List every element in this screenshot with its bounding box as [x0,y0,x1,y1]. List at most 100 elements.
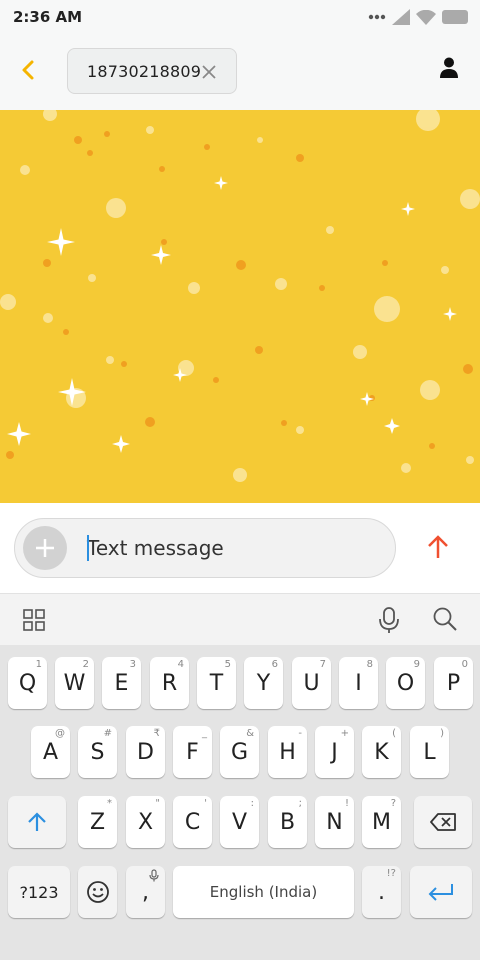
message-box[interactable]: Text message [14,518,396,578]
key-g[interactable]: G & [220,726,259,778]
key-label: , [142,879,149,905]
key-hint: @ [55,728,65,739]
key-label: Z [89,809,106,835]
key-label: M [372,809,391,835]
key-w[interactable]: W2 [55,657,94,709]
key-label: R [161,670,178,696]
key-label: P [446,670,461,696]
key-hint: 8 [366,659,373,670]
key-hint: ! [344,798,349,809]
signal-icon [392,9,410,25]
key-hint: " [155,798,160,809]
key-label: J [331,739,338,765]
key-b[interactable]: B; [268,796,307,848]
backspace-key[interactable] [414,796,472,848]
key-hint: ? [390,798,396,809]
key-label: T [209,670,224,696]
key-hint: - [298,728,302,739]
shift-key[interactable] [8,796,66,848]
period-key[interactable]: .!? [362,866,401,918]
key-hint: 6 [271,659,278,670]
key-label: B [279,809,296,835]
key-d[interactable]: D ₹ [126,726,165,778]
key-x[interactable]: X " [126,796,165,848]
key-hint: : [250,798,254,809]
key-o[interactable]: O9 [386,657,425,709]
key-k[interactable]: K( [362,726,401,778]
key-h[interactable]: H- [268,726,307,778]
key-hint: ' [204,798,207,809]
key-l[interactable]: L) [410,726,449,778]
key-label: O [396,670,415,696]
emoji-icon [86,881,109,903]
microphone-icon[interactable] [378,606,400,634]
key-r[interactable]: R4 [150,657,189,709]
key-label: H [279,739,296,765]
symbols-key[interactable]: ?123 [8,866,70,918]
key-label: L [423,739,436,765]
key-f[interactable]: F _ [173,726,212,778]
key-hint: ( [392,728,396,739]
search-icon[interactable] [432,606,458,632]
key-label: D [137,739,154,765]
status-time: 2:36 AM [13,8,83,26]
key-u[interactable]: U7 [292,657,331,709]
status-bar: 2:36 AM [0,0,480,34]
key-hint: 4 [177,659,184,670]
key-hint: + [340,728,349,739]
message-input[interactable]: Text message [87,536,224,560]
key-hint: 2 [82,659,89,670]
key-hint: 1 [35,659,42,670]
key-hint: & [246,728,254,739]
key-m[interactable]: M? [362,796,401,848]
key-hint: # [103,728,112,739]
text-cursor [87,535,89,561]
key-c[interactable]: C ' [173,796,212,848]
space-key[interactable]: English (India) [173,866,354,918]
key-z[interactable]: Z * [78,796,117,848]
key-j[interactable]: J + [315,726,354,778]
key-label: W [63,670,86,696]
key-label: K [374,739,389,765]
key-label: S [90,739,105,765]
attach-button[interactable] [23,526,67,570]
key-label: ?123 [19,882,59,902]
key-i[interactable]: I8 [339,657,378,709]
key-hint: * [107,798,112,809]
key-q[interactable]: Q1 [8,657,47,709]
key-label: N [326,809,343,835]
key-hint: 0 [461,659,468,670]
key-label: U [303,670,320,696]
key-v[interactable]: V: [220,796,259,848]
emoji-key[interactable] [78,866,117,918]
status-icons [368,9,470,25]
key-hint: ₹ [153,728,160,739]
back-button[interactable] [14,56,42,84]
close-icon[interactable] [200,63,218,81]
key-label: V [231,809,248,835]
key-hint: 5 [224,659,231,670]
keyboard: Q1 W2 E3 R4 T5 Y6 U7 I8 O9 P0 A @ S # D ₹ F… [0,645,480,960]
key-e[interactable]: E3 [102,657,141,709]
chat-background [0,110,480,503]
key-n[interactable]: N! [315,796,354,848]
key-y[interactable]: Y6 [244,657,283,709]
key-a[interactable]: A @ [31,726,70,778]
arrow-up-icon[interactable] [424,533,452,561]
person-icon[interactable] [438,56,460,80]
backspace-icon [430,813,456,831]
key-hint: 3 [129,659,136,670]
key-s[interactable]: S # [78,726,117,778]
key-t[interactable]: T5 [197,657,236,709]
key-label: Q [18,670,37,696]
key-label: I [355,670,362,696]
comma-key[interactable]: , [126,866,165,918]
grid-icon[interactable] [22,608,46,632]
key-label: . [378,879,385,905]
enter-key[interactable] [410,866,472,918]
microphone-icon [149,869,159,882]
key-label: X [137,809,154,835]
recipient-chip[interactable]: 18730218809 [67,48,237,94]
keyboard-toolbar [0,593,480,645]
key-p[interactable]: P0 [434,657,473,709]
